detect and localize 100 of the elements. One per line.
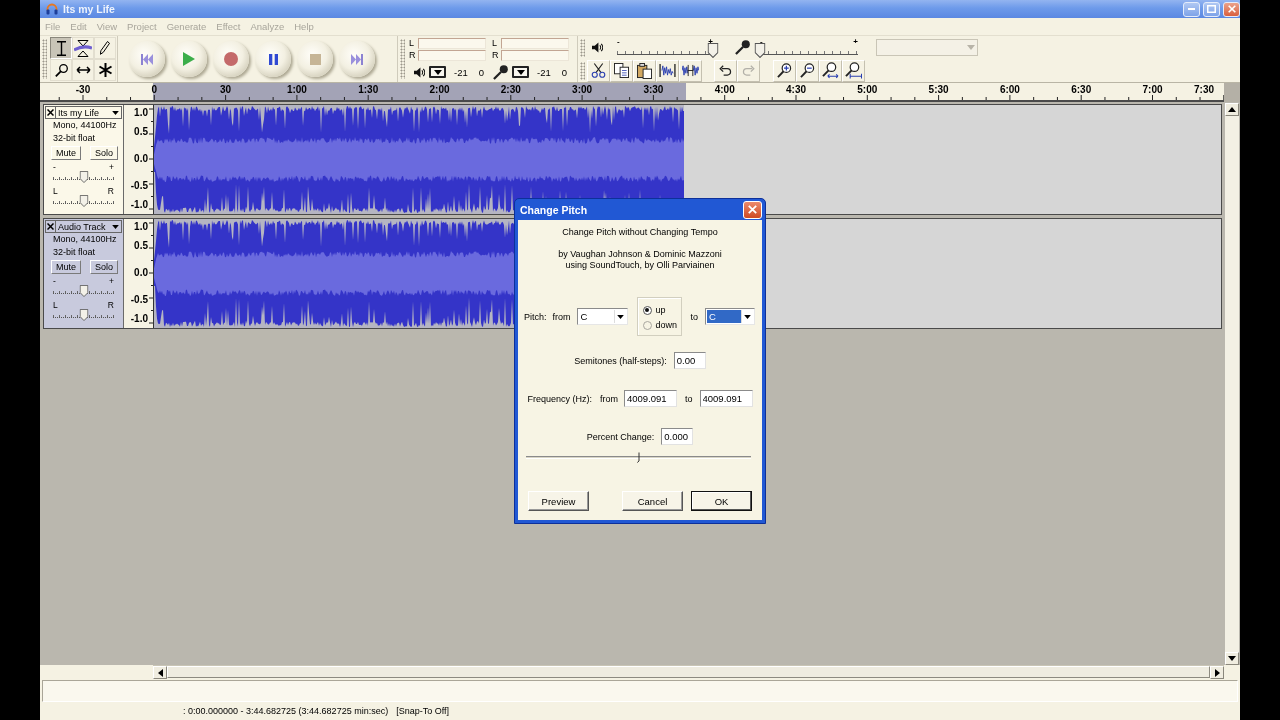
slider-thumb[interactable] <box>79 309 88 321</box>
frequency-to-field[interactable]: 4009.091 <box>699 390 753 407</box>
slider-max-label: + <box>109 276 114 286</box>
solo-button[interactable]: Solo <box>90 260 118 274</box>
fit-selection-button[interactable] <box>819 59 842 82</box>
credits-text: by Vaughan Johnson & Dominic Mazzoni <box>558 249 722 260</box>
track-info: 32-bit float <box>52 132 97 145</box>
meter-menu-button[interactable] <box>512 66 529 78</box>
frequency-from-field[interactable]: 4009.091 <box>624 390 677 407</box>
caret-icon <box>112 224 119 229</box>
slider-thumb[interactable] <box>707 42 719 58</box>
zoom-out-button[interactable] <box>796 59 819 82</box>
scroll-right-button[interactable] <box>1210 666 1224 679</box>
fit-project-button[interactable] <box>842 59 865 82</box>
skip-start-icon <box>141 53 153 65</box>
slider-thumb[interactable] <box>79 285 88 297</box>
skip-end-icon <box>351 53 363 65</box>
grip-icon[interactable] <box>580 38 585 57</box>
amplitude-label: 1.0 <box>134 108 148 118</box>
close-button[interactable] <box>1223 1 1240 17</box>
close-icon <box>47 223 54 230</box>
undo-button[interactable] <box>714 59 737 82</box>
scroll-left-button[interactable] <box>153 666 167 679</box>
level-meter <box>501 49 569 61</box>
time-label: 4:00 <box>714 84 735 95</box>
cancel-button[interactable]: Cancel <box>622 491 683 511</box>
time-label: 1:30 <box>358 84 379 95</box>
from-label: from <box>552 311 571 322</box>
semitones-label: Semitones (half-steps): <box>574 355 667 366</box>
pause-button[interactable] <box>255 41 291 77</box>
paste-button[interactable] <box>633 59 656 82</box>
ibeam-icon <box>56 40 66 56</box>
pitch-from-dropdown[interactable]: C <box>576 308 628 325</box>
zoom-tool-button[interactable] <box>50 59 72 81</box>
channel-label: R <box>492 50 500 60</box>
dialog-close-button[interactable] <box>743 200 762 219</box>
mute-button[interactable]: Mute <box>51 146 81 160</box>
trim-icon <box>659 64 676 77</box>
slider-thumb[interactable] <box>754 42 766 58</box>
zoom-in-button[interactable] <box>773 59 796 82</box>
caret-icon <box>112 110 119 115</box>
meter-scale-label: 0 <box>561 66 568 78</box>
radio-button[interactable] <box>642 320 652 330</box>
skip-to-start-button[interactable] <box>129 41 165 77</box>
ok-button[interactable]: OK <box>691 491 752 511</box>
time-label: -30 <box>75 84 91 95</box>
slider-thumb[interactable] <box>79 171 88 183</box>
close-icon <box>748 205 757 214</box>
copy-button[interactable] <box>610 59 633 82</box>
trim-button[interactable] <box>656 59 679 82</box>
grip-icon[interactable] <box>42 39 47 79</box>
scrollbar-thumb[interactable] <box>167 666 1210 678</box>
radio-button[interactable] <box>642 305 652 315</box>
time-shift-tool-button[interactable] <box>72 59 94 81</box>
track-name-button[interactable]: Audio Track <box>56 220 122 233</box>
fit-project-icon <box>845 62 862 79</box>
scroll-up-button[interactable] <box>1225 103 1239 116</box>
track-close-button[interactable] <box>45 220 56 233</box>
skip-to-end-button[interactable] <box>339 41 375 77</box>
channel-label: L <box>492 38 498 48</box>
meter-scale-label: -21 <box>537 66 551 78</box>
time-label: 4:30 <box>786 84 806 95</box>
envelope-tool-button[interactable] <box>72 37 94 59</box>
grip-icon[interactable] <box>580 61 585 80</box>
preview-button[interactable]: Preview <box>528 491 589 511</box>
slider-thumb[interactable] <box>636 451 641 463</box>
selection-tool-button[interactable] <box>50 37 72 59</box>
slider-min-label: - <box>53 162 56 172</box>
fit-selection-icon <box>822 62 839 79</box>
play-icon <box>183 52 195 66</box>
mute-button[interactable]: Mute <box>51 260 81 274</box>
arrow-right-icon <box>1214 668 1220 677</box>
grip-icon[interactable] <box>400 39 405 79</box>
silence-button[interactable] <box>679 59 702 82</box>
time-label: 3:30 <box>643 84 664 95</box>
pitch-to-dropdown[interactable]: C <box>705 308 756 325</box>
vertical-scrollbar[interactable] <box>1225 116 1239 652</box>
semitones-field[interactable]: 0.00 <box>673 352 706 369</box>
draw-tool-button[interactable] <box>94 37 116 59</box>
cut-button[interactable] <box>587 59 610 82</box>
track-info: 32-bit float <box>52 246 97 259</box>
play-button[interactable] <box>171 41 207 77</box>
slider-max-label: + <box>109 162 114 172</box>
from-label: from <box>600 393 618 404</box>
asterisk-icon <box>98 63 112 77</box>
scroll-down-button[interactable] <box>1225 652 1239 665</box>
track-close-button[interactable] <box>45 106 56 119</box>
time-label: 7:30 <box>1194 84 1214 95</box>
meter-menu-button[interactable] <box>429 66 446 78</box>
percent-change-field[interactable]: 0.000 <box>661 428 694 445</box>
slider-thumb[interactable] <box>79 195 88 207</box>
record-button[interactable] <box>213 41 249 77</box>
envelope-tool-icon <box>74 39 92 57</box>
time-label: 30 <box>220 84 232 95</box>
multi-tool-button[interactable] <box>94 59 116 81</box>
track-name-button[interactable]: Its my Life <box>56 106 122 119</box>
amplitude-label: 0.5 <box>134 127 148 137</box>
solo-button[interactable]: Solo <box>90 146 118 160</box>
caret-icon <box>516 69 525 75</box>
redo-icon <box>742 65 755 76</box>
